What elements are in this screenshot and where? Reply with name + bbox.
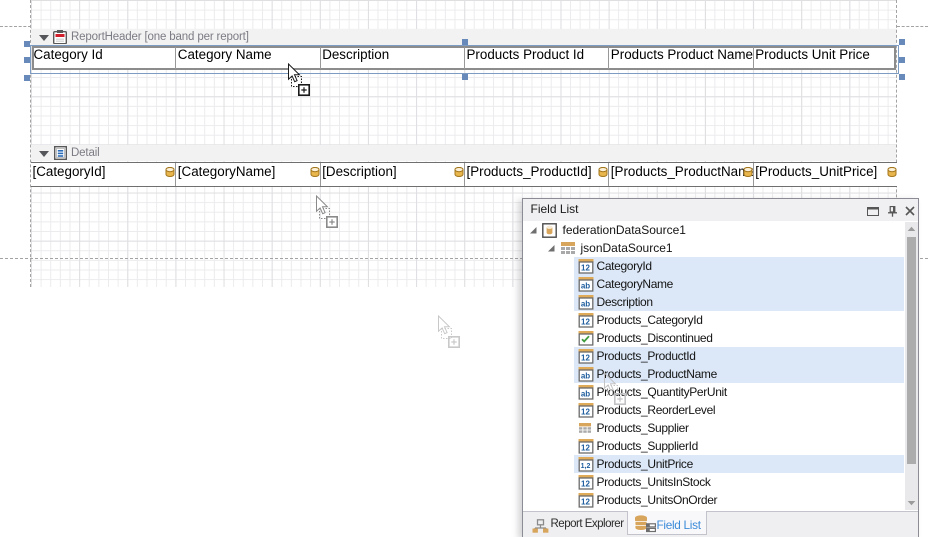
svg-text:ab: ab: [580, 371, 589, 380]
svg-text:ab: ab: [580, 299, 589, 308]
svg-text:12: 12: [581, 317, 590, 326]
svg-text:ab: ab: [580, 389, 589, 398]
svg-text:12: 12: [581, 407, 590, 416]
svg-text:12: 12: [581, 443, 590, 452]
svg-text:1,2: 1,2: [580, 463, 590, 470]
svg-text:ab: ab: [580, 281, 589, 290]
svg-text:12: 12: [581, 353, 590, 362]
svg-text:12: 12: [581, 263, 590, 272]
svg-text:12: 12: [581, 497, 590, 506]
svg-text:12: 12: [581, 479, 590, 488]
